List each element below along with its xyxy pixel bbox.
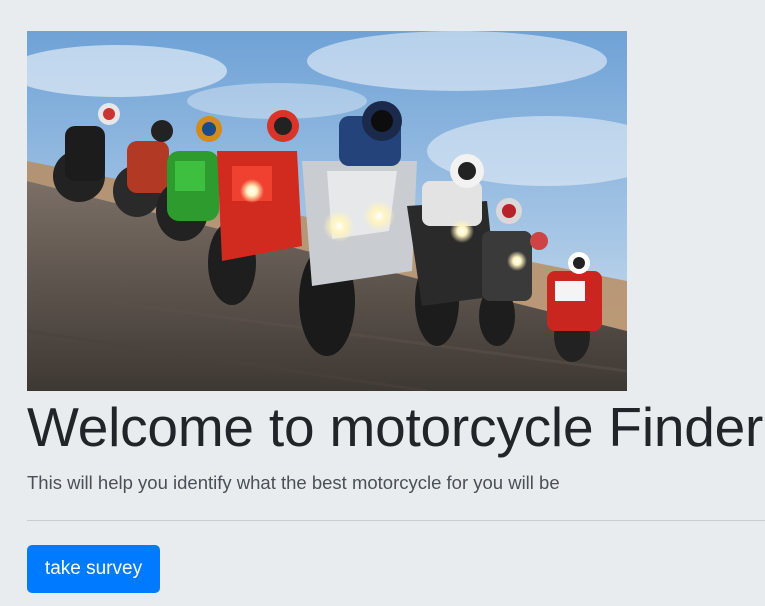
page-title: Welcome to motorcycle Finder: [27, 396, 764, 458]
divider: [27, 520, 765, 521]
motorcycle-racers-image: [27, 31, 627, 391]
jumbotron: Welcome to motorcycle Finder This will h…: [0, 0, 765, 606]
take-survey-button[interactable]: take survey: [27, 545, 160, 593]
lead-text: This will help you identify what the bes…: [27, 472, 560, 493]
